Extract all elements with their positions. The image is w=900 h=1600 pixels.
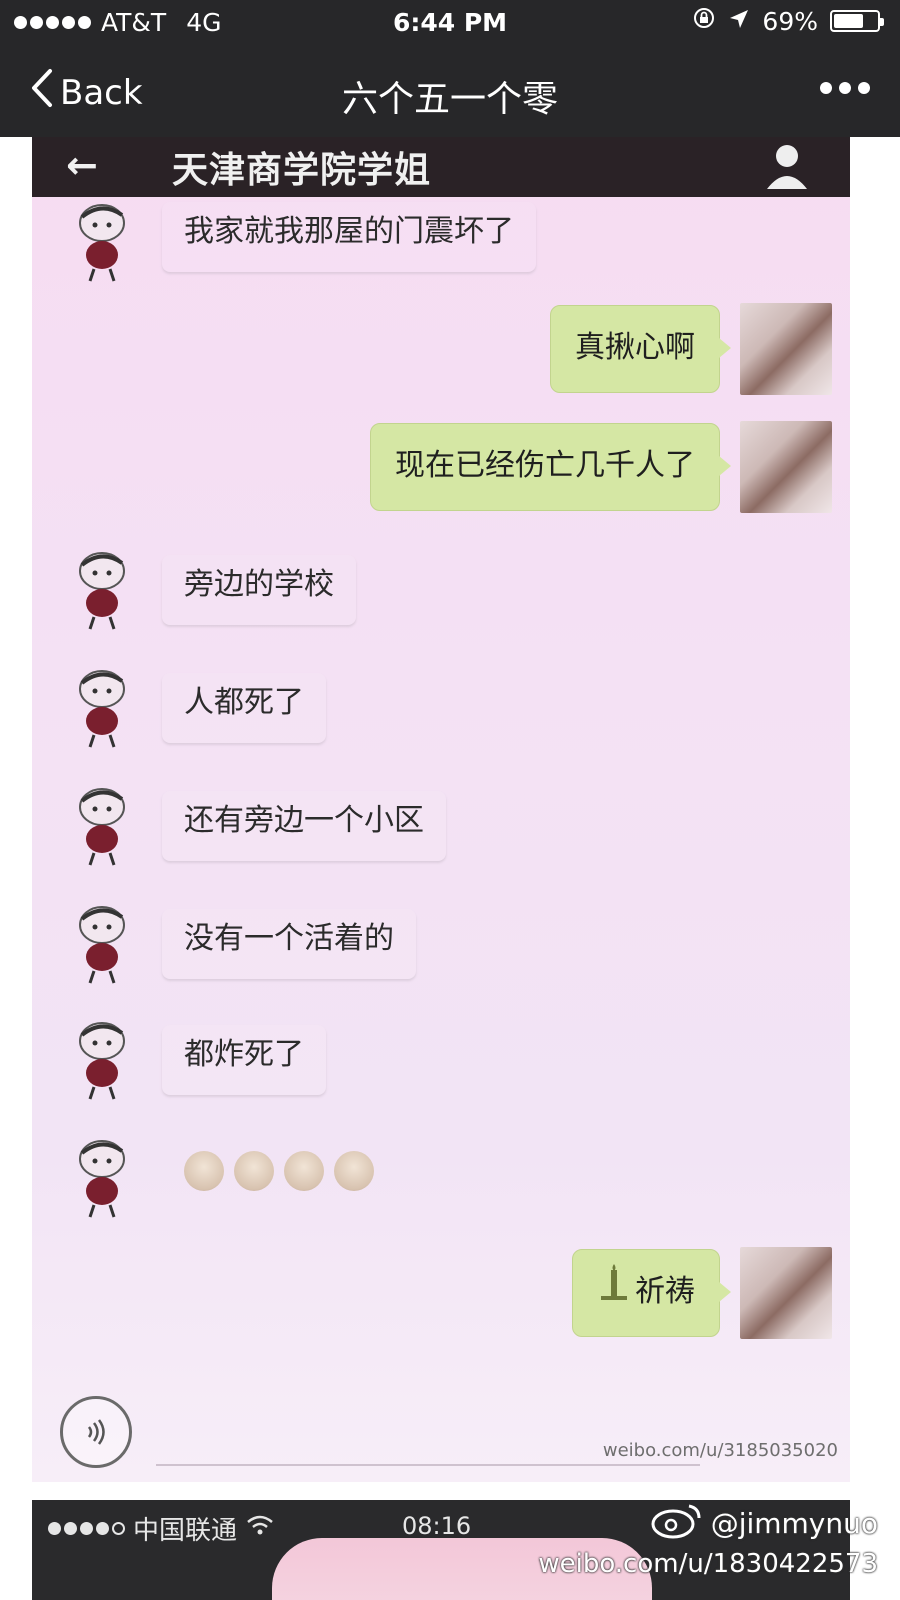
crying-emoji-icon xyxy=(234,1151,274,1191)
weibo-url: weibo.com/u/1830422573 xyxy=(538,1549,878,1579)
embedded-chat-screenshot: ← 天津商学院学姐 我家就我那屋的门震坏了 真揪心啊 现在已经伤亡几千人了 旁边… xyxy=(32,137,850,1482)
emoji-message xyxy=(184,1151,374,1191)
bottom-carrier: 中国联通 xyxy=(133,1516,238,1546)
wifi-icon xyxy=(245,1513,275,1544)
user-avatar[interactable] xyxy=(740,421,832,513)
contact-avatar[interactable] xyxy=(68,783,138,869)
candle-icon xyxy=(597,1251,631,1335)
message-bubble-left: 旁边的学校 xyxy=(162,555,356,625)
contact-avatar[interactable] xyxy=(68,199,138,285)
pray-text: 祈祷 xyxy=(635,1274,695,1309)
message-bubble-left: 都炸死了 xyxy=(162,1025,326,1095)
speaker-wave-icon xyxy=(87,1419,105,1445)
user-avatar[interactable] xyxy=(740,1247,832,1339)
contact-avatar[interactable] xyxy=(68,901,138,987)
message-input[interactable] xyxy=(156,1464,700,1466)
chat-title: 天津商学院学姐 xyxy=(172,150,432,191)
status-bar: AT&T 4G 6:44 PM 69% xyxy=(0,0,900,44)
chat-input-bar: weibo.com/u/3185035020 xyxy=(32,1372,850,1482)
contact-avatar[interactable] xyxy=(68,665,138,751)
weibo-logo-icon xyxy=(649,1500,705,1547)
bottom-status-left: 中国联通 xyxy=(48,1510,275,1547)
user-avatar[interactable] xyxy=(740,303,832,395)
weibo-watermark: @jimmynuo weibo.com/u/1830422573 xyxy=(538,1500,878,1579)
battery-icon xyxy=(830,10,884,32)
status-right: 69% xyxy=(692,6,884,36)
message-bubble-right: 祈祷 xyxy=(572,1249,731,1337)
contact-avatar[interactable] xyxy=(68,1135,138,1221)
crying-emoji-icon xyxy=(184,1151,224,1191)
chat-header: ← 天津商学院学姐 xyxy=(32,137,850,197)
location-arrow-icon xyxy=(728,7,750,36)
nav-bar: Back 六个五一个零 xyxy=(0,44,900,137)
crying-emoji-icon xyxy=(334,1151,374,1191)
message-bubble-left: 还有旁边一个小区 xyxy=(162,791,446,861)
chat-back-arrow-icon[interactable]: ← xyxy=(66,143,98,187)
inner-watermark: weibo.com/u/3185035020 xyxy=(602,1440,838,1461)
message-bubble-right: 现在已经伤亡几千人了 xyxy=(370,423,731,511)
person-icon[interactable] xyxy=(764,141,810,191)
contact-avatar[interactable] xyxy=(68,1017,138,1103)
message-bubble-left: 人都死了 xyxy=(162,673,326,743)
weibo-handle-row: @jimmynuo xyxy=(538,1500,878,1547)
voice-input-button[interactable] xyxy=(60,1396,132,1468)
message-bubble-right: 真揪心啊 xyxy=(550,305,731,393)
rotation-lock-icon xyxy=(692,6,716,36)
message-bubble-left: 没有一个活着的 xyxy=(162,909,416,979)
more-dot-icon xyxy=(820,82,832,94)
weibo-handle: @jimmynuo xyxy=(710,1507,878,1540)
crying-emoji-icon xyxy=(284,1151,324,1191)
signal-strength-icon xyxy=(48,1522,125,1535)
bottom-time: 08:16 xyxy=(402,1512,472,1540)
top-chrome: AT&T 4G 6:44 PM 69% Back 六个五一个零 xyxy=(0,0,900,137)
message-bubble-left: 我家就我那屋的门震坏了 xyxy=(162,202,536,272)
contact-avatar[interactable] xyxy=(68,547,138,633)
battery-percent: 69% xyxy=(762,6,818,36)
more-button[interactable] xyxy=(820,68,870,108)
page-title: 六个五一个零 xyxy=(341,79,558,120)
